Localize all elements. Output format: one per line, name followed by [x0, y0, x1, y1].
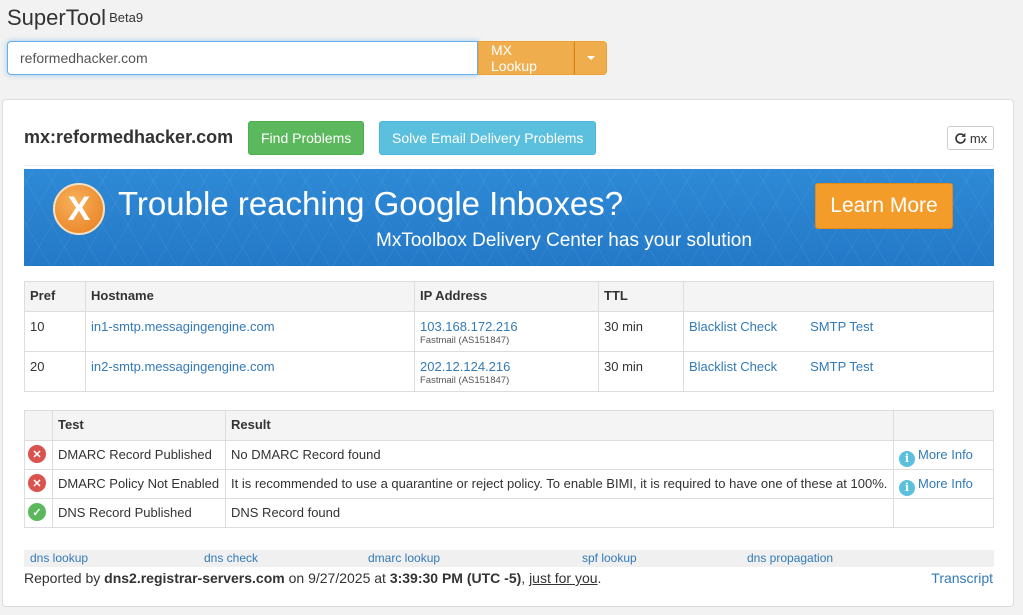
result-title: mx:reformedhacker.com: [24, 127, 234, 147]
more-info-cell: [893, 498, 994, 528]
test-results-table: Test Result ✕ DMARC Record Published No …: [24, 410, 994, 528]
test-name-cell: DMARC Record Published: [52, 440, 226, 470]
dmarc-lookup-link[interactable]: dmarc lookup: [368, 551, 440, 565]
refresh-button[interactable]: mx: [947, 126, 994, 150]
col-header-status: [24, 410, 53, 441]
more-info-link[interactable]: i More Info: [899, 447, 973, 467]
hostname-link[interactable]: in1-smtp.messagingengine.com: [91, 319, 275, 334]
app-title: SuperTool Beta9: [7, 5, 143, 31]
col-header-info: [893, 410, 994, 441]
table-header-row: Pref Hostname IP Address TTL: [24, 281, 994, 312]
app-title-text: SuperTool: [7, 5, 107, 30]
promo-banner[interactable]: X Trouble reaching Google Inboxes? MxToo…: [24, 169, 994, 266]
spf-lookup-link[interactable]: spf lookup: [582, 551, 637, 565]
results-panel: mx:reformedhacker.com Find Problems Solv…: [2, 99, 1014, 607]
col-header-hostname: Hostname: [85, 281, 415, 312]
search-input[interactable]: [7, 41, 478, 75]
mx-records-table: Pref Hostname IP Address TTL 10 in1-smtp…: [24, 281, 994, 392]
status-cell: ✕: [24, 469, 53, 499]
blacklist-check-link[interactable]: Blacklist Check: [689, 319, 777, 334]
hostname-cell: in2-smtp.messagingengine.com: [85, 351, 415, 392]
info-icon: i: [899, 479, 915, 496]
dns-lookup-link[interactable]: dns lookup: [30, 551, 88, 565]
actions-cell: Blacklist Check SMTP Test: [683, 311, 994, 352]
report-time: 3:39:30 PM (UTC -5): [389, 570, 522, 586]
asn-label: Fastmail (AS151847): [420, 335, 510, 346]
result-cell: DNS Record found: [225, 498, 894, 528]
more-info-cell: i More Info: [893, 469, 994, 499]
table-row: ✕ DMARC Policy Not Enabled It is recomme…: [24, 469, 994, 499]
more-info-link[interactable]: i More Info: [899, 476, 973, 496]
table-header-row: Test Result: [24, 410, 994, 441]
table-row: ✕ DMARC Record Published No DMARC Record…: [24, 440, 994, 470]
mxtoolbox-logo-icon: X: [53, 183, 105, 235]
table-row: 10 in1-smtp.messagingengine.com 103.168.…: [24, 311, 994, 352]
divider: [24, 165, 994, 166]
smtp-test-link[interactable]: SMTP Test: [810, 319, 873, 334]
ttl-cell: 30 min: [598, 351, 684, 392]
reporting-server: dns2.registrar-servers.com: [104, 570, 285, 586]
hostname-cell: in1-smtp.messagingengine.com: [85, 311, 415, 352]
find-problems-button[interactable]: Find Problems: [248, 121, 365, 155]
ip-cell: 202.12.124.216 Fastmail (AS151847): [414, 351, 599, 392]
col-header-ttl: TTL: [598, 281, 684, 312]
ip-cell: 103.168.172.216 Fastmail (AS151847): [414, 311, 599, 352]
blacklist-check-link[interactable]: Blacklist Check: [689, 359, 777, 374]
learn-more-button[interactable]: Learn More: [815, 183, 953, 229]
related-tools-bar: dns lookup dns check dmarc lookup spf lo…: [24, 550, 994, 567]
x-circle-icon: ✕: [28, 445, 46, 463]
col-header-actions: [683, 281, 994, 312]
status-cell: ✕: [24, 440, 53, 470]
result-cell: It is recommended to use a quarantine or…: [225, 469, 894, 499]
dns-check-link[interactable]: dns check: [204, 551, 258, 565]
lookup-dropdown-button[interactable]: [574, 41, 607, 75]
dns-propagation-link[interactable]: dns propagation: [747, 551, 833, 565]
table-row: 20 in2-smtp.messagingengine.com 202.12.1…: [24, 351, 994, 392]
refresh-label: mx: [969, 130, 988, 146]
x-circle-icon: ✕: [28, 474, 46, 492]
col-header-test: Test: [52, 410, 226, 441]
hostname-link[interactable]: in2-smtp.messagingengine.com: [91, 359, 275, 374]
transcript-link[interactable]: Transcript: [931, 570, 993, 586]
search-bar: MX Lookup: [7, 41, 607, 75]
result-cell: No DMARC Record found: [225, 440, 894, 470]
status-cell: ✓: [24, 498, 53, 528]
check-circle-icon: ✓: [28, 503, 46, 521]
solve-delivery-button[interactable]: Solve Email Delivery Problems: [379, 121, 597, 155]
info-icon: i: [899, 450, 915, 467]
just-for-you-link[interactable]: just for you: [529, 570, 597, 586]
ip-link[interactable]: 103.168.172.216: [420, 319, 518, 334]
col-header-pref: Pref: [24, 281, 86, 312]
actions-cell: Blacklist Check SMTP Test: [683, 351, 994, 392]
ttl-cell: 30 min: [598, 311, 684, 352]
asn-label: Fastmail (AS151847): [420, 375, 510, 386]
reported-by-line: Reported by dns2.registrar-servers.com o…: [24, 570, 602, 586]
smtp-test-link[interactable]: SMTP Test: [810, 359, 873, 374]
refresh-icon: [955, 132, 966, 144]
beta-badge: Beta9: [109, 10, 144, 25]
pref-cell: 10: [24, 311, 86, 352]
table-row: ✓ DNS Record Published DNS Record found: [24, 498, 994, 528]
col-header-ip: IP Address: [414, 281, 599, 312]
test-name-cell: DMARC Policy Not Enabled: [52, 469, 226, 499]
pref-cell: 20: [24, 351, 86, 392]
test-name-cell: DNS Record Published: [52, 498, 226, 528]
col-header-result: Result: [225, 410, 894, 441]
banner-subline: MxToolbox Delivery Center has your solut…: [376, 230, 752, 251]
caret-down-icon: [586, 56, 595, 60]
banner-headline: Trouble reaching Google Inboxes?: [118, 185, 624, 222]
more-info-cell: i More Info: [893, 440, 994, 470]
mx-lookup-button[interactable]: MX Lookup: [478, 41, 574, 75]
ip-link[interactable]: 202.12.124.216: [420, 359, 510, 374]
